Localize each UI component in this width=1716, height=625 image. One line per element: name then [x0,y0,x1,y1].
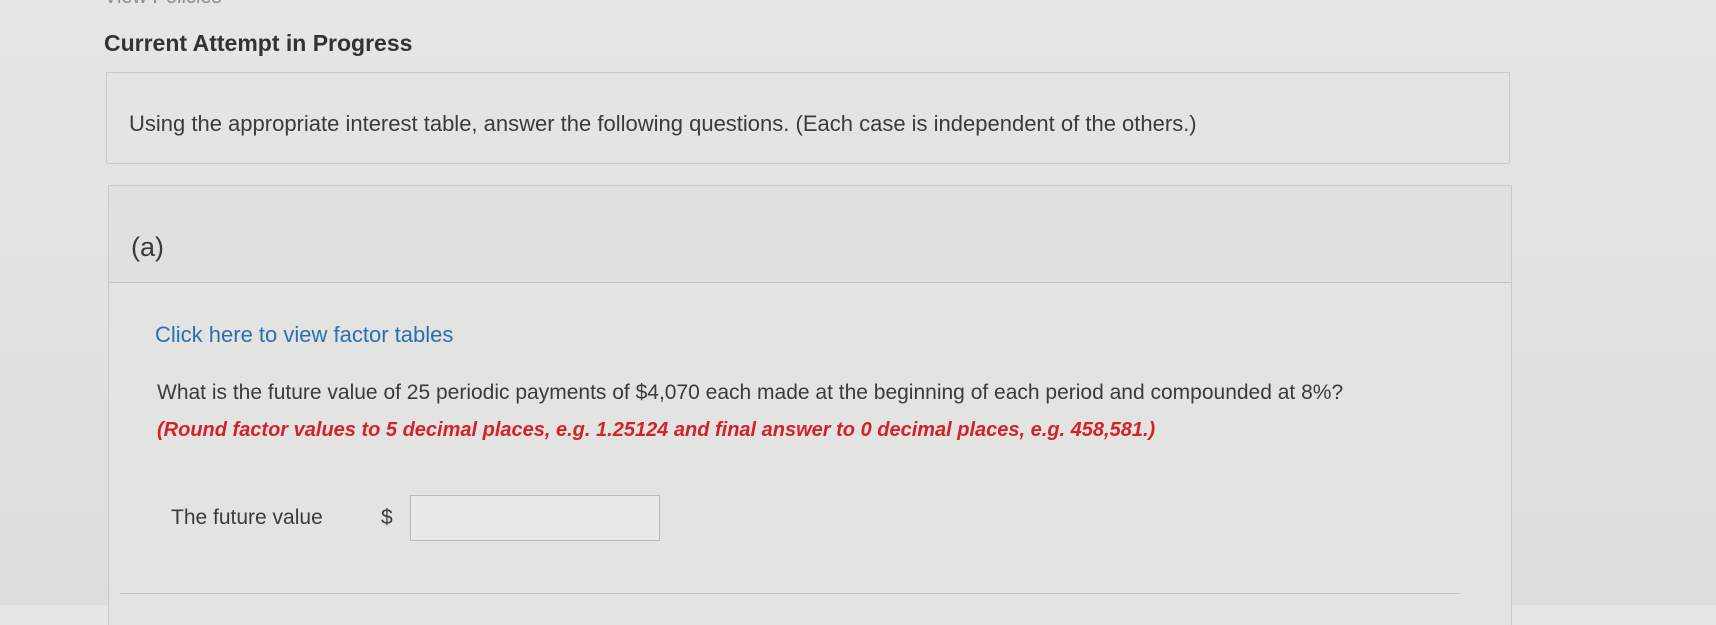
dollar-sign: $ [381,506,393,529]
instruction-box: Using the appropriate interest table, an… [106,72,1510,164]
part-a-header: (a) [109,186,1511,283]
future-value-input[interactable] [410,495,660,541]
view-policies-link[interactable]: View Policies [104,0,221,9]
bottom-divider [120,593,1460,594]
page-title: Current Attempt in Progress [104,30,413,56]
part-a-label: (a) [131,232,164,262]
part-a-panel: (a) Click here to view factor tables Wha… [108,185,1512,625]
instruction-text: Using the appropriate interest table, an… [129,111,1197,136]
future-value-label: The future value [171,506,323,529]
question-text: What is the future value of 25 periodic … [157,381,1344,404]
rounding-instruction: (Round factor values to 5 decimal places… [157,419,1156,441]
factor-tables-link[interactable]: Click here to view factor tables [155,322,453,348]
